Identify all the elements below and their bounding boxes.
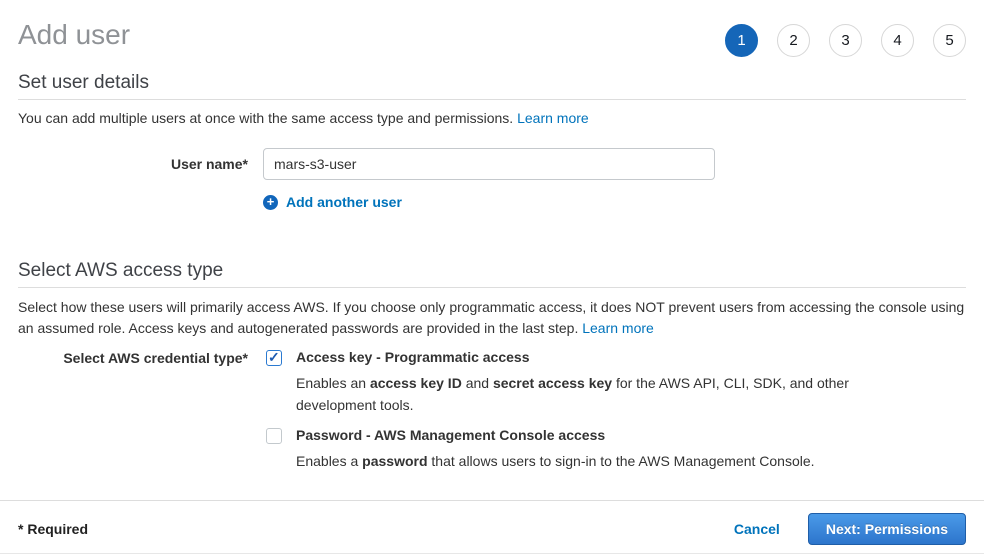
- access-type-section: Select AWS access type Select how these …: [18, 260, 966, 472]
- page-header: Add user 1 2 3 4 5: [18, 0, 966, 72]
- user-details-heading: Set user details: [18, 72, 966, 94]
- next-permissions-button[interactable]: Next: Permissions: [808, 513, 966, 545]
- required-note: * Required: [18, 521, 88, 537]
- password-desc-part: that allows users to sign-in to the AWS …: [428, 453, 815, 469]
- password-content: Password - AWS Management Console access…: [296, 427, 815, 472]
- password-desc-part: Enables a: [296, 453, 362, 469]
- username-label: User name*: [18, 148, 248, 180]
- access-type-intro-text: Select how these users will primarily ac…: [18, 299, 964, 336]
- add-another-user-button[interactable]: + Add another user: [263, 194, 402, 210]
- add-another-user-label: Add another user: [286, 194, 402, 210]
- wizard-step-4: 4: [881, 24, 914, 57]
- password-title: Password - AWS Management Console access: [296, 427, 815, 444]
- access-type-section-heading: Select AWS access type: [18, 260, 966, 288]
- access-key-row: Select AWS credential type* Access key -…: [18, 349, 966, 416]
- access-type-heading: Select AWS access type: [18, 260, 966, 282]
- password-label-spacer: [18, 427, 248, 472]
- wizard-step-1: 1: [725, 24, 758, 57]
- user-details-intro: You can add multiple users at once with …: [18, 110, 966, 127]
- wizard-footer: * Required Cancel Next: Permissions: [0, 500, 984, 554]
- username-row: User name*: [18, 148, 966, 180]
- access-type-intro: Select how these users will primarily ac…: [18, 297, 966, 339]
- user-details-intro-text: You can add multiple users at once with …: [18, 110, 517, 126]
- password-checkbox[interactable]: [266, 428, 282, 444]
- wizard-steps: 1 2 3 4 5: [725, 24, 966, 57]
- access-key-desc-bold: access key ID: [370, 375, 462, 391]
- access-key-checkbox[interactable]: [266, 350, 282, 366]
- access-key-title: Access key - Programmatic access: [296, 349, 871, 366]
- add-user-page: Add user 1 2 3 4 5 Set user details You …: [0, 0, 984, 554]
- access-type-learn-more-link[interactable]: Learn more: [582, 320, 654, 336]
- user-details-learn-more-link[interactable]: Learn more: [517, 110, 589, 126]
- wizard-step-2: 2: [777, 24, 810, 57]
- credential-type-label: Select AWS credential type*: [18, 349, 248, 416]
- cancel-button[interactable]: Cancel: [734, 521, 780, 537]
- password-row: Password - AWS Management Console access…: [18, 427, 966, 472]
- plus-circle-icon: +: [263, 195, 278, 210]
- footer-actions: Cancel Next: Permissions: [734, 513, 966, 545]
- page-title: Add user: [18, 20, 130, 50]
- access-key-desc-part: and: [462, 375, 493, 391]
- password-description: Enables a password that allows users to …: [296, 450, 815, 472]
- access-key-desc-part: Enables an: [296, 375, 370, 391]
- password-desc-bold: password: [362, 453, 427, 469]
- user-details-section-heading: Set user details: [18, 72, 966, 100]
- access-key-description: Enables an access key ID and secret acce…: [296, 372, 871, 416]
- wizard-step-5: 5: [933, 24, 966, 57]
- username-input[interactable]: [263, 148, 715, 180]
- access-key-content: Access key - Programmatic access Enables…: [296, 349, 871, 416]
- wizard-step-3: 3: [829, 24, 862, 57]
- access-key-desc-bold: secret access key: [493, 375, 612, 391]
